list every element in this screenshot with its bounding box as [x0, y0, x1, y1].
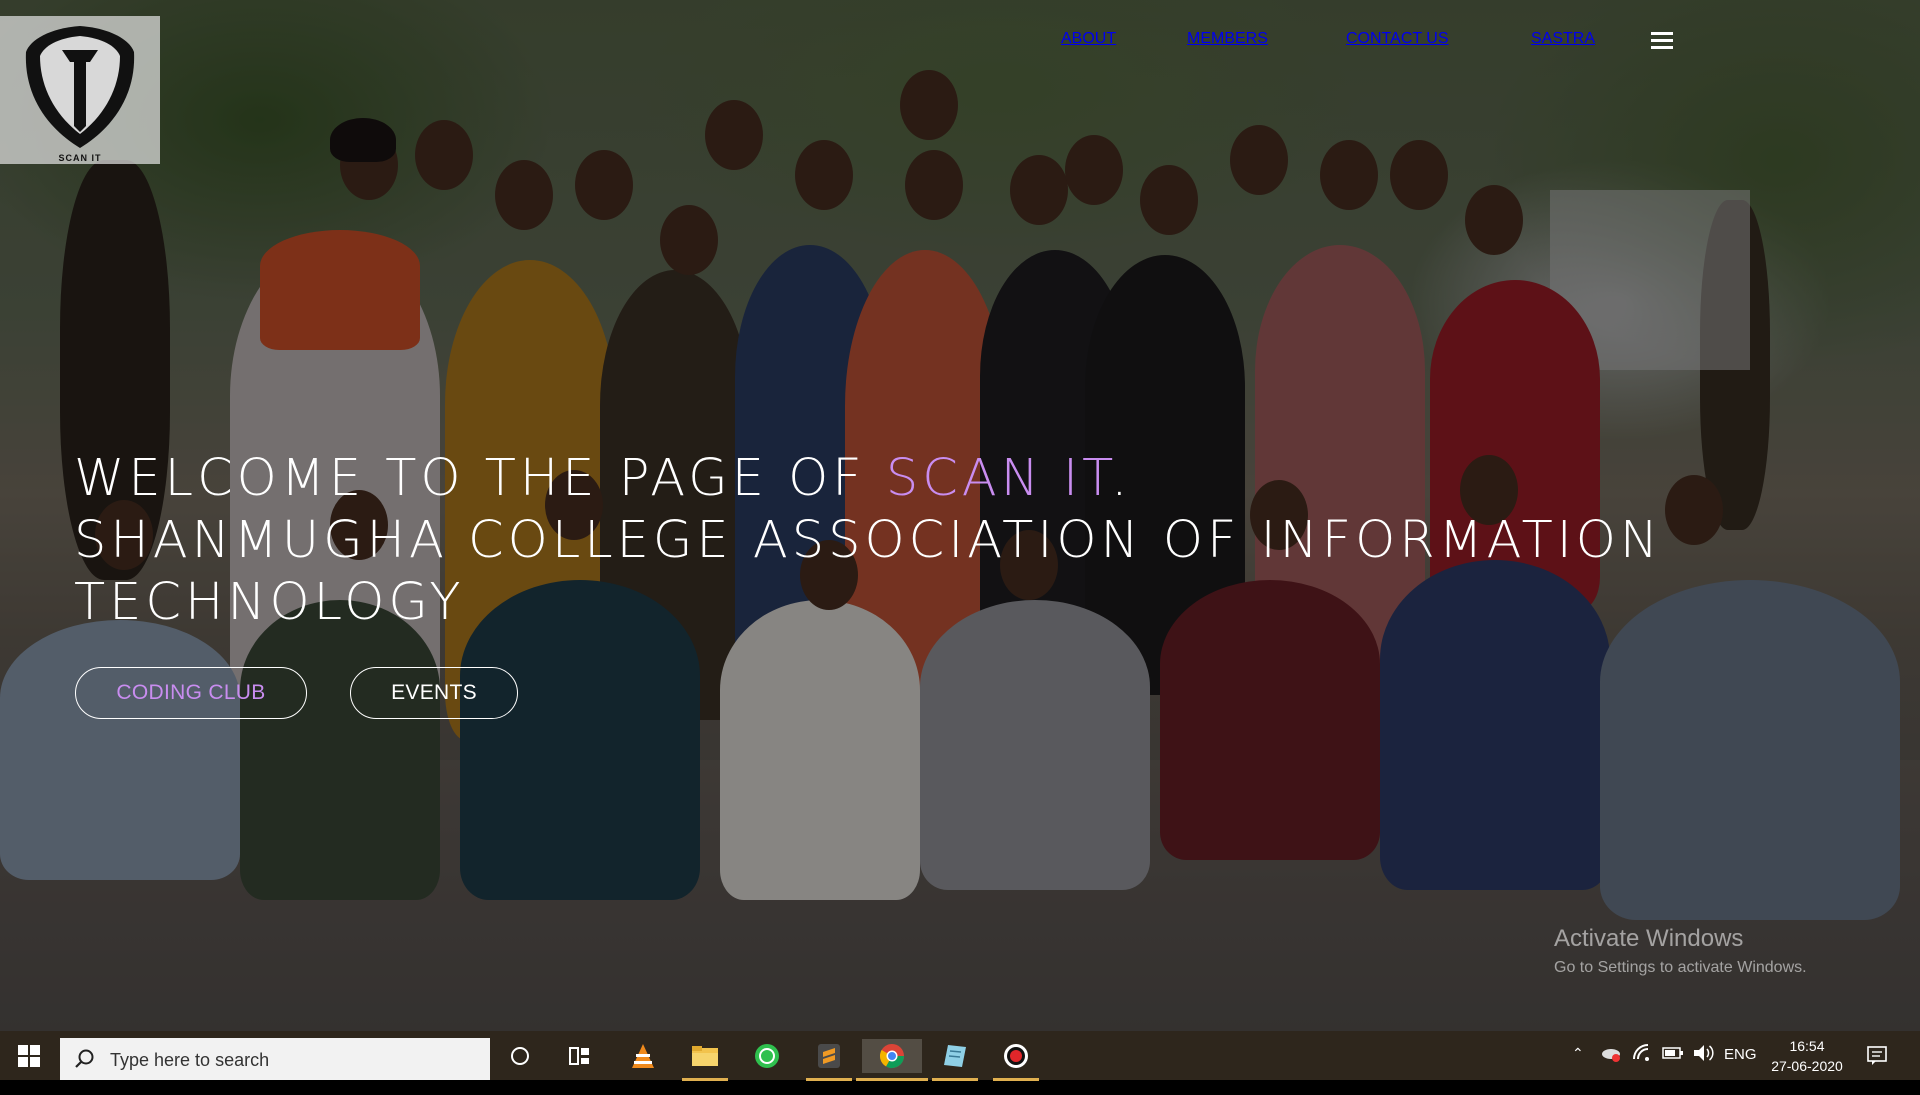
onedrive-icon[interactable] [1600, 1043, 1622, 1092]
headline-prefix: WELCOME TO THE PAGE OF [74, 449, 886, 508]
events-button[interactable]: EVENTS [350, 667, 518, 719]
headline-suffix: . [1111, 449, 1132, 508]
hamburger-menu-icon[interactable] [1651, 32, 1673, 50]
watermark-subtitle: Go to Settings to activate Windows. [1554, 959, 1807, 976]
headline-line-1: WELCOME TO THE PAGE OF SCAN IT. [74, 448, 1834, 510]
show-hidden-icons-chevron-icon[interactable]: ⌃ [1572, 1045, 1584, 1094]
action-center-icon[interactable] [1866, 1044, 1888, 1093]
language-indicator[interactable]: ENG [1724, 1046, 1757, 1095]
windows-start-icon[interactable] [18, 1045, 40, 1067]
task-view-icon[interactable] [563, 1039, 597, 1073]
headline-line-2: SHANMUGHA COLLEGE ASSOCIATION OF INFORMA… [74, 511, 1663, 570]
logo-text: SCAN IT [58, 153, 102, 163]
wifi-icon[interactable] [1632, 1043, 1652, 1092]
screen-recorder-icon[interactable] [993, 1039, 1039, 1081]
headline-line-3: TECHNOLOGY [74, 573, 465, 632]
headline-accent: SCAN IT [885, 449, 1112, 508]
sublime-text-icon[interactable] [806, 1039, 852, 1081]
taskbar-clock[interactable]: 16:54 27-06-2020 [1762, 1036, 1852, 1076]
volume-icon[interactable] [1692, 1043, 1714, 1092]
clock-date: 27-06-2020 [1771, 1058, 1843, 1074]
clock-time: 16:54 [1789, 1038, 1825, 1054]
watermark-title: Activate Windows [1554, 925, 1744, 952]
file-explorer-icon[interactable] [682, 1039, 728, 1081]
coding-club-button[interactable]: CODING CLUB [75, 667, 307, 719]
whatsapp-icon[interactable] [750, 1039, 784, 1073]
nav-sastra-link[interactable]: SASTRA [1531, 30, 1595, 48]
activate-windows-watermark: Activate Windows Go to Settings to activ… [1554, 925, 1807, 977]
battery-icon[interactable] [1662, 1046, 1684, 1095]
vlc-icon[interactable] [626, 1039, 660, 1073]
search-icon [75, 1049, 94, 1068]
taskbar-search-box[interactable] [60, 1038, 490, 1080]
notepad-icon[interactable] [932, 1039, 978, 1081]
nav-contact-link[interactable]: CONTACT US [1346, 30, 1449, 48]
nav-about-link[interactable]: ABOUT [1061, 30, 1116, 48]
hero-headline: WELCOME TO THE PAGE OF SCAN IT. SHANMUGH… [74, 448, 1834, 634]
nav-members-link[interactable]: MEMBERS [1187, 30, 1268, 48]
search-input[interactable] [108, 1046, 472, 1074]
cortana-icon[interactable] [503, 1039, 537, 1073]
site-logo[interactable]: SCAN IT [0, 16, 160, 164]
windows-taskbar: ⌃ ENG 16:54 27-06-2020 [0, 1031, 1920, 1081]
shield-logo-icon [25, 26, 135, 148]
chrome-icon[interactable] [856, 1039, 928, 1081]
